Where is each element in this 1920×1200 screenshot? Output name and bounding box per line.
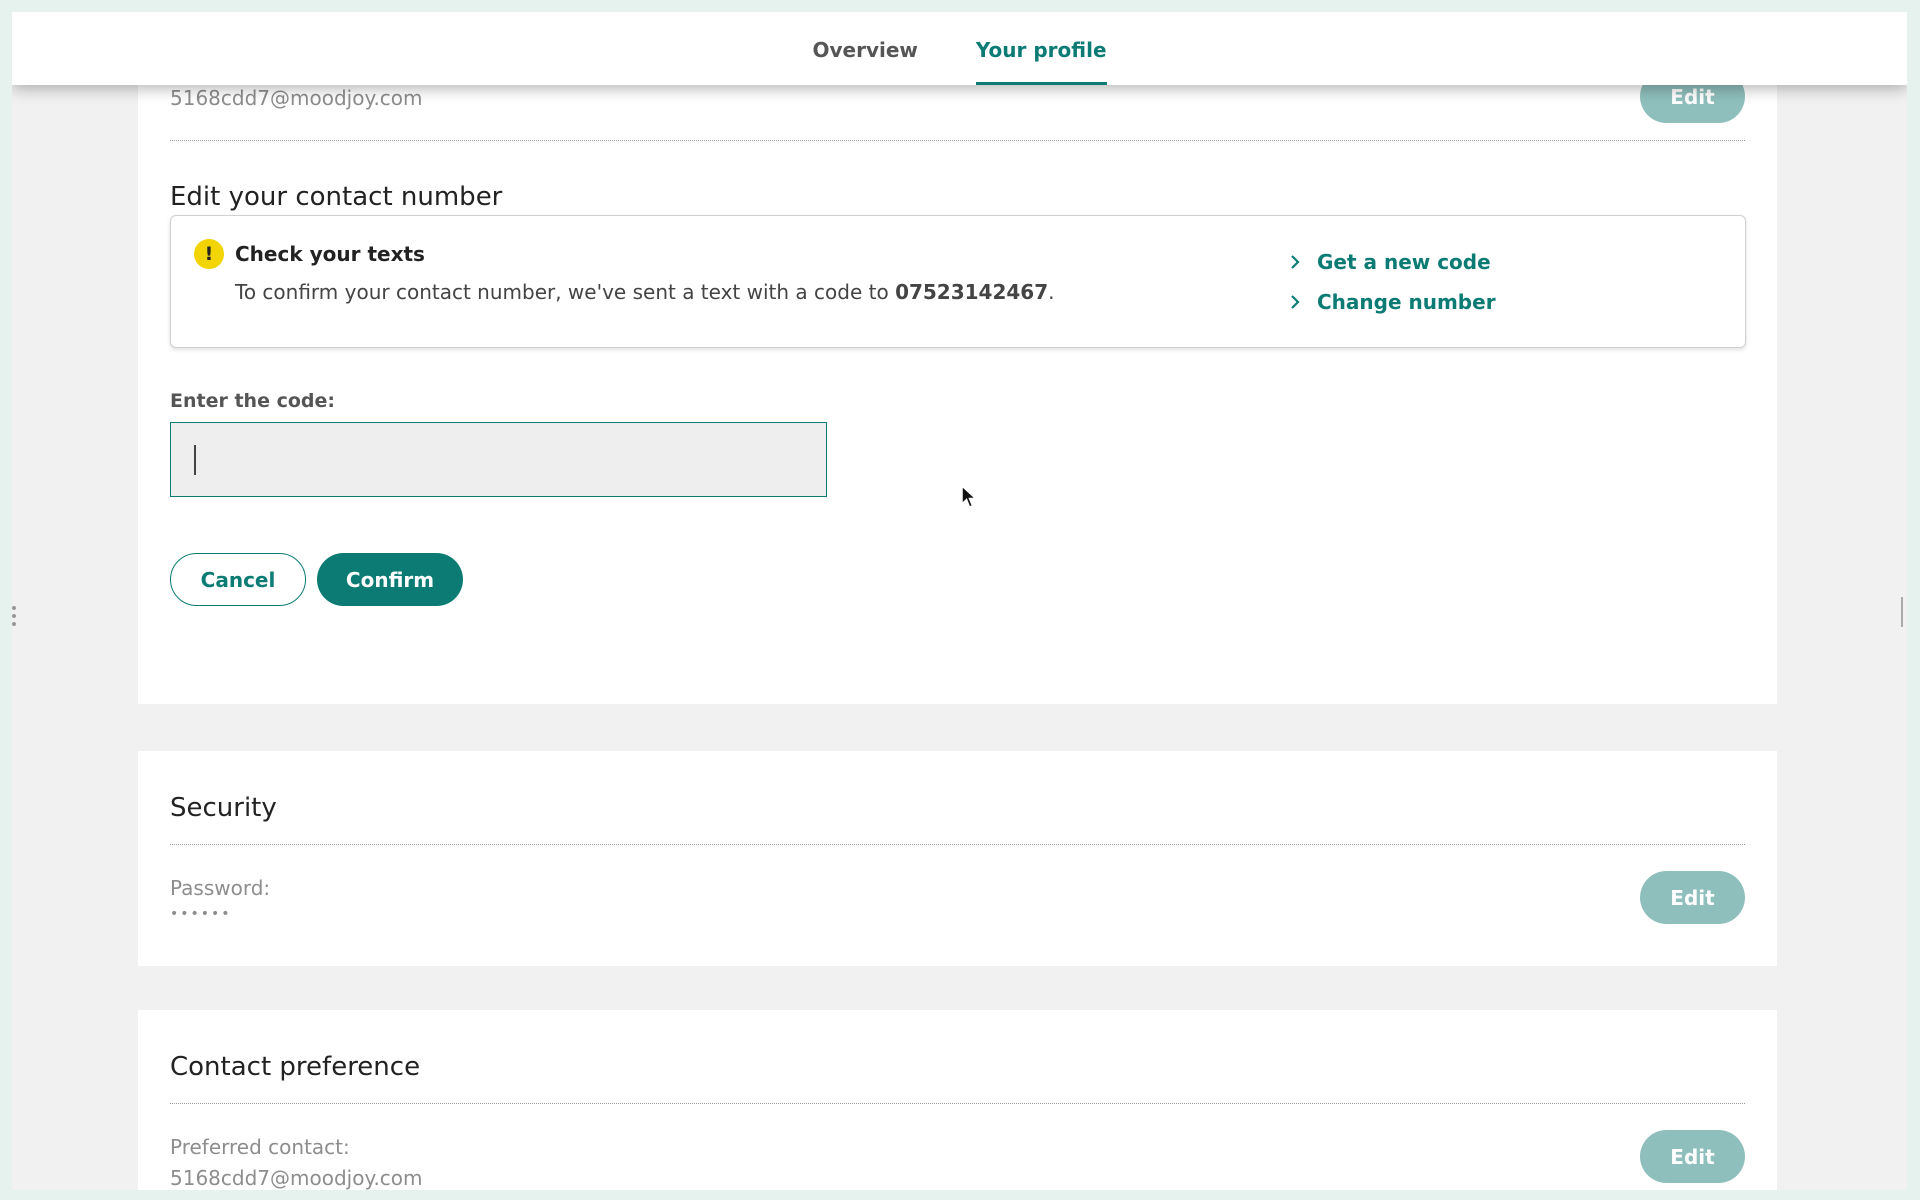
contact-preference-card: Contact preference Preferred contact: 51… xyxy=(138,1010,1777,1190)
preference-edit-button[interactable]: Edit xyxy=(1640,1130,1745,1183)
profile-details-card: Edit 5168cdd7@moodjoy.com Edit your cont… xyxy=(138,12,1777,704)
app-window: Overview Your profile Edit 5168cdd7@mood… xyxy=(12,12,1907,1190)
password-label: Password: xyxy=(170,876,271,900)
preferred-contact-value: 5168cdd7@moodjoy.com xyxy=(170,1166,423,1190)
section-divider xyxy=(170,844,1745,845)
verification-code-input[interactable] xyxy=(170,422,827,497)
alert-message-end: . xyxy=(1048,280,1055,304)
top-navigation: Overview Your profile xyxy=(12,12,1907,85)
get-new-code-label: Get a new code xyxy=(1317,250,1491,274)
text-caret xyxy=(194,445,196,475)
confirm-button[interactable]: Confirm xyxy=(317,553,463,606)
code-field-label: Enter the code: xyxy=(170,390,335,412)
cancel-button[interactable]: Cancel xyxy=(170,553,306,606)
section-divider xyxy=(170,140,1745,141)
security-heading: Security xyxy=(170,793,277,823)
left-resize-handle[interactable] xyxy=(12,602,16,630)
alert-phone-number: 07523142467 xyxy=(895,280,1049,304)
chevron-right-icon xyxy=(1289,294,1317,310)
change-number-link[interactable]: Change number xyxy=(1289,290,1496,314)
exclamation-icon: ! xyxy=(194,239,224,269)
section-divider xyxy=(170,1103,1745,1104)
mouse-pointer-icon xyxy=(960,484,978,514)
password-value: •••••• xyxy=(170,906,232,922)
alert-title: Check your texts xyxy=(235,242,425,266)
contact-number-heading: Edit your contact number xyxy=(170,182,503,212)
get-new-code-link[interactable]: Get a new code xyxy=(1289,250,1491,274)
security-card: Security Password: •••••• Edit xyxy=(138,751,1777,966)
password-edit-button[interactable]: Edit xyxy=(1640,871,1745,924)
contact-preference-heading: Contact preference xyxy=(170,1052,421,1082)
preferred-contact-label: Preferred contact: xyxy=(170,1135,350,1159)
tab-your-profile[interactable]: Your profile xyxy=(975,12,1107,85)
chevron-right-icon xyxy=(1289,254,1317,270)
alert-message-text: To confirm your contact number, we've se… xyxy=(235,280,896,304)
check-texts-alert: ! Check your texts To confirm your conta… xyxy=(170,215,1746,348)
alert-message: To confirm your contact number, we've se… xyxy=(235,280,1055,304)
right-resize-handle[interactable] xyxy=(1901,597,1903,627)
tab-overview[interactable]: Overview xyxy=(812,12,917,85)
change-number-label: Change number xyxy=(1317,290,1496,314)
email-value: 5168cdd7@moodjoy.com xyxy=(170,86,423,110)
